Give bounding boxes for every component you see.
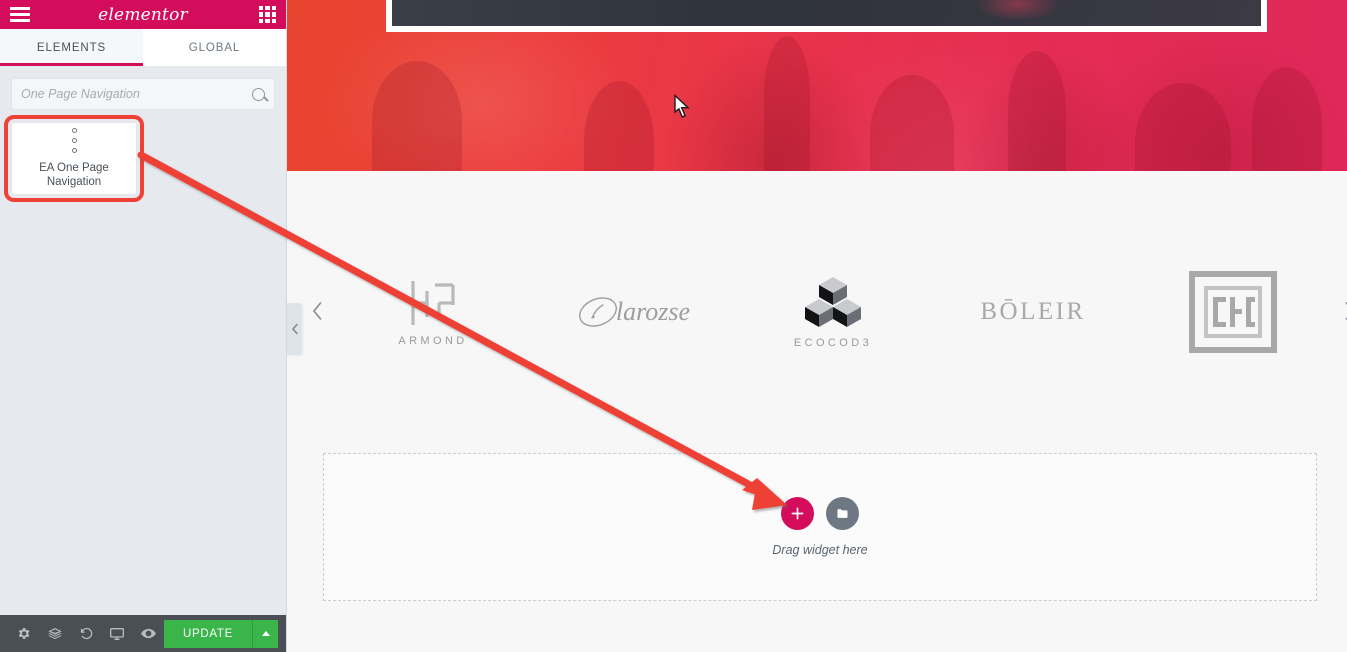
logo-item-neo[interactable] — [1133, 257, 1333, 367]
widget-card-one-page-navigation[interactable]: EA One Page Navigation — [4, 115, 144, 202]
elementor-logo: elementor — [98, 4, 188, 25]
elementor-panel: elementor ELEMENTS GLOBAL EA O — [0, 0, 287, 652]
ecocode-cubes-icon — [805, 277, 861, 327]
panel-body: EA One Page Navigation — [0, 66, 286, 615]
neo-square-icon — [1189, 271, 1277, 353]
panel-collapse-handle[interactable] — [287, 303, 302, 355]
update-button[interactable]: UPDATE — [164, 619, 253, 648]
eye-icon[interactable] — [133, 615, 164, 652]
add-buttons-row — [781, 497, 859, 530]
hero-video-frame[interactable] — [386, 0, 1267, 32]
monitor-icon[interactable] — [102, 615, 133, 652]
search-input[interactable] — [21, 87, 252, 101]
carousel-next-button[interactable] — [1333, 301, 1347, 321]
logo-label: ARMOND — [398, 335, 468, 347]
elementor-editor: elementor ELEMENTS GLOBAL EA O — [0, 0, 1347, 652]
widget-list: EA One Page Navigation — [4, 115, 275, 202]
logo-label: ECOCOD3 — [793, 337, 873, 349]
editor-canvas: ARMOND larozse ECOCOD3 BŌLEIR Drag widge… — [287, 0, 1347, 652]
logo-item-ecocode[interactable]: ECOCOD3 — [733, 257, 933, 367]
search-widget-box[interactable] — [11, 78, 275, 110]
panel-header: elementor — [0, 0, 286, 29]
one-page-navigation-dots-icon — [71, 127, 77, 153]
logo-carousel-track: ARMOND larozse ECOCOD3 BŌLEIR — [333, 257, 1333, 367]
panel-footer: UPDATE — [0, 615, 286, 652]
panel-tabs: ELEMENTS GLOBAL — [0, 29, 286, 66]
hero-section[interactable] — [287, 0, 1347, 171]
logo-carousel-section[interactable]: ARMOND larozse ECOCOD3 BŌLEIR — [287, 171, 1347, 453]
hero-video-thumbnail — [392, 0, 1261, 26]
logo-item-larozse[interactable]: larozse — [533, 257, 733, 367]
drag-widget-hint: Drag widget here — [772, 543, 868, 557]
add-template-button[interactable] — [826, 497, 859, 530]
update-button-group: UPDATE — [164, 619, 279, 648]
logo-item-armond[interactable]: ARMOND — [333, 257, 533, 367]
history-icon[interactable] — [70, 615, 101, 652]
tab-global[interactable]: GLOBAL — [143, 29, 286, 66]
gear-icon[interactable] — [8, 615, 39, 652]
tab-elements[interactable]: ELEMENTS — [0, 29, 143, 66]
larozse-wordmark: larozse — [576, 292, 690, 332]
logo-item-boleir[interactable]: BŌLEIR — [933, 257, 1133, 367]
widget-card-label: EA One Page Navigation — [39, 161, 109, 188]
hamburger-icon[interactable] — [10, 7, 30, 22]
boleir-wordmark: BŌLEIR — [980, 298, 1086, 325]
search-icon[interactable] — [252, 87, 265, 101]
larozse-text: larozse — [615, 297, 691, 326]
update-options-caret-icon[interactable] — [252, 619, 279, 648]
empty-section-dropzone[interactable]: Drag widget here — [323, 453, 1317, 601]
layers-icon[interactable] — [39, 615, 70, 652]
carousel-prev-button[interactable] — [301, 301, 333, 321]
add-widget-button[interactable] — [781, 497, 814, 530]
grid-icon[interactable] — [259, 6, 276, 23]
